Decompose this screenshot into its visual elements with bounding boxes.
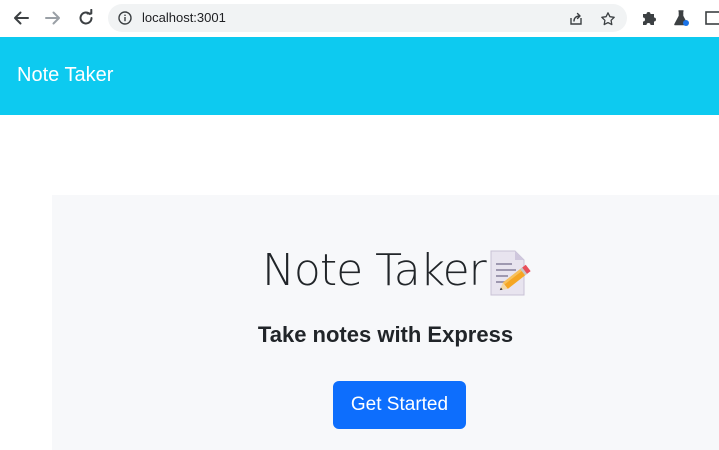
url-text[interactable]: localhost:3001 [142,10,226,25]
forward-arrow-icon [45,11,60,25]
forward-button[interactable] [43,8,63,28]
navbar-brand-link[interactable]: Note Taker [17,64,113,87]
hero-title: Note Taker [262,245,487,296]
share-icon[interactable] [568,11,584,27]
reload-button[interactable] [76,8,96,28]
browser-toolbar: localhost:3001 [0,0,719,36]
reload-icon [79,9,93,25]
app-navbar: Note Taker [0,37,719,115]
get-started-button[interactable]: Get Started [333,381,466,429]
bookmark-star-icon[interactable] [600,11,616,27]
labs-flask-icon[interactable] [672,9,690,27]
extensions-puzzle-icon[interactable] [640,9,658,27]
back-arrow-icon [14,11,29,25]
memo-icon [490,250,531,296]
back-button[interactable] [11,8,31,28]
hero-section: Note Taker Take notes with Express Get S… [52,195,719,450]
hero-subtitle: Take notes with Express [257,322,514,347]
info-icon[interactable] [118,11,132,25]
address-bar[interactable]: localhost:3001 [108,4,627,32]
side-panel-icon[interactable] [704,9,719,27]
